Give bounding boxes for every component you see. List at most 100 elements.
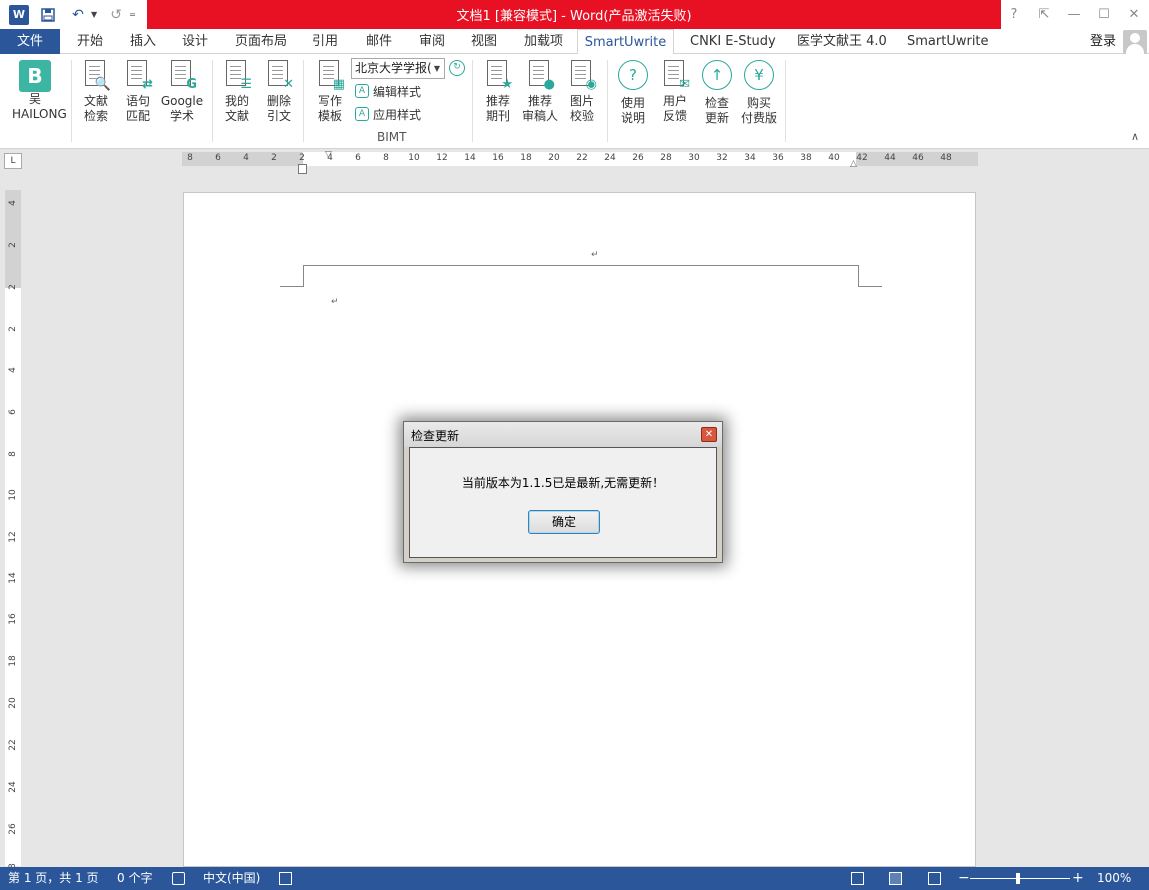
- image-check-icon: ◉: [567, 58, 597, 92]
- tab-review[interactable]: 审阅: [419, 29, 445, 54]
- user-feedback-button[interactable]: ✉ 用户 反馈: [653, 58, 697, 124]
- tab-smartuwrite-active[interactable]: SmartUwrite: [577, 29, 674, 55]
- maximize-icon[interactable]: ☐: [1089, 0, 1119, 29]
- tab-page-layout[interactable]: 页面布局: [235, 29, 287, 54]
- word-count[interactable]: 0 个字: [117, 867, 152, 890]
- ruler-tick-label: 2: [8, 326, 18, 332]
- buy-paid-version-button[interactable]: ¥ 购买 付费版: [737, 58, 781, 126]
- check-update-dialog: 检查更新 ✕ 当前版本为1.1.5已是最新,无需更新！ 确定: [403, 421, 723, 563]
- customize-qat-icon[interactable]: =: [129, 10, 136, 19]
- redo-icon[interactable]: ↺: [105, 4, 127, 26]
- undo-dropdown-icon[interactable]: ▼: [91, 10, 97, 19]
- my-literature-button[interactable]: ☰ 我的 文献: [215, 58, 259, 124]
- tab-cnki-estudy[interactable]: CNKI E-Study: [690, 29, 776, 54]
- citation-style-select[interactable]: 北京大学学报( ▼: [351, 58, 445, 79]
- dialog-title-bar[interactable]: 检查更新 ✕: [404, 422, 722, 447]
- tab-smartuwrite-2[interactable]: SmartUwrite: [907, 29, 989, 54]
- ruler-tick-label: 8: [383, 153, 389, 163]
- web-layout-icon[interactable]: [928, 872, 941, 885]
- image-check-button[interactable]: ◉ 图片 校验: [560, 58, 604, 124]
- refresh-icon[interactable]: ↻: [449, 60, 465, 76]
- recommend-reviewer-icon: ●: [525, 58, 555, 92]
- sentence-match-icon: ⇄: [123, 58, 153, 92]
- check-update-button[interactable]: ↑ 检查 更新: [695, 58, 739, 126]
- chevron-down-icon: ▼: [431, 59, 443, 78]
- apply-style-button[interactable]: A 应用样式: [355, 104, 421, 124]
- ruler-tick-label: 22: [8, 739, 18, 751]
- ruler-tick-label: 38: [800, 153, 812, 163]
- zoom-slider[interactable]: [970, 878, 1070, 879]
- tab-addins[interactable]: 加载项: [524, 29, 563, 54]
- close-icon[interactable]: ✕: [1119, 0, 1149, 29]
- login-link[interactable]: 登录: [1090, 29, 1116, 54]
- dialog-close-icon[interactable]: ✕: [701, 427, 717, 442]
- ruler-tick-label: 6: [215, 153, 221, 163]
- tab-mailings[interactable]: 邮件: [366, 29, 392, 54]
- ruler-tick-label: 14: [8, 572, 18, 584]
- sentence-match-label-1: 语句: [125, 94, 150, 108]
- header-corner-left: [303, 265, 304, 287]
- buy-paid-version-label-1: 购买: [746, 96, 771, 110]
- save-icon[interactable]: [37, 4, 59, 26]
- collapse-ribbon-icon[interactable]: ∧: [1131, 130, 1139, 143]
- ruler-tick-label: 26: [8, 823, 18, 835]
- group-label-bimt: BIMT: [377, 130, 407, 144]
- body-paragraph-mark: ↵: [331, 297, 339, 307]
- ribbon-separator: [212, 60, 213, 142]
- quick-access-toolbar: W ↶ ▼ ↺ =: [0, 0, 136, 29]
- tab-insert[interactable]: 插入: [130, 29, 156, 54]
- edit-style-icon: A: [355, 84, 369, 98]
- ruler-tick-label: 2: [299, 153, 305, 163]
- user-account-button[interactable]: B 吴 HAILONG: [12, 58, 67, 122]
- print-layout-icon[interactable]: [889, 872, 902, 885]
- proofing-icon[interactable]: [172, 872, 185, 885]
- check-update-label-2: 更新: [704, 111, 729, 125]
- tab-view[interactable]: 视图: [471, 29, 497, 54]
- user-feedback-label-2: 反馈: [662, 109, 687, 123]
- undo-icon[interactable]: ↶: [67, 4, 89, 26]
- macro-recording-icon[interactable]: [279, 872, 292, 885]
- header-paragraph-mark: ↵: [591, 250, 599, 260]
- ok-button[interactable]: 确定: [528, 510, 600, 534]
- ruler-tick-label: 4: [243, 153, 249, 163]
- sentence-match-button[interactable]: ⇄ 语句 匹配: [116, 58, 160, 124]
- ruler-tick-label: 8: [8, 451, 18, 457]
- tab-design[interactable]: 设计: [182, 29, 208, 54]
- recommend-reviewer-button[interactable]: ● 推荐 审稿人: [518, 58, 562, 124]
- google-scholar-button[interactable]: G Google 学术: [160, 58, 204, 124]
- vertical-ruler[interactable]: 422246810121416182022242628: [5, 190, 21, 875]
- left-indent-marker[interactable]: [298, 164, 307, 174]
- read-mode-icon[interactable]: [851, 872, 864, 885]
- tab-file[interactable]: 文件: [0, 29, 60, 54]
- literature-search-button[interactable]: 🔍 文献 检索: [74, 58, 118, 124]
- right-indent-marker[interactable]: △: [850, 159, 857, 169]
- usage-guide-button[interactable]: ? 使用 说明: [611, 58, 655, 126]
- buy-paid-version-label-2: 付费版: [740, 111, 777, 125]
- first-line-indent-marker[interactable]: ▽: [325, 150, 332, 160]
- word-app-icon[interactable]: W: [9, 4, 29, 25]
- ruler-tick-label: 22: [576, 153, 588, 163]
- zoom-level[interactable]: 100%: [1097, 867, 1131, 890]
- tab-references[interactable]: 引用: [312, 29, 338, 54]
- ribbon-display-options-icon[interactable]: ⇱: [1029, 0, 1059, 29]
- tab-selector[interactable]: L: [4, 153, 22, 169]
- language-indicator[interactable]: 中文(中国): [203, 867, 260, 890]
- tab-home[interactable]: 开始: [77, 29, 103, 54]
- tab-medical-literature[interactable]: 医学文献王 4.0: [797, 29, 887, 54]
- ruler-tick-label: 12: [8, 531, 18, 543]
- ruler-tick-label: 18: [520, 153, 532, 163]
- help-icon[interactable]: ?: [999, 0, 1029, 29]
- minimize-icon[interactable]: —: [1059, 0, 1089, 29]
- writing-template-button[interactable]: ▦ 写作 模板: [308, 58, 352, 124]
- edit-style-button[interactable]: A 编辑样式: [355, 81, 421, 101]
- page-count[interactable]: 第 1 页，共 1 页: [8, 867, 99, 890]
- ribbon: B 吴 HAILONG 🔍 文献 检索 ⇄ 语句 匹配 G Google 学术 …: [0, 54, 1149, 149]
- zoom-slider-thumb[interactable]: [1016, 873, 1020, 884]
- avatar[interactable]: [1123, 30, 1147, 54]
- header-corner-left-h: [280, 286, 304, 287]
- zoom-in-button[interactable]: +: [1072, 867, 1084, 890]
- zoom-out-button[interactable]: −: [958, 867, 970, 890]
- apply-style-label: 应用样式: [373, 107, 422, 122]
- delete-citation-button[interactable]: ✕ 删除 引文: [257, 58, 301, 124]
- recommend-journal-button[interactable]: ★ 推荐 期刊: [476, 58, 520, 124]
